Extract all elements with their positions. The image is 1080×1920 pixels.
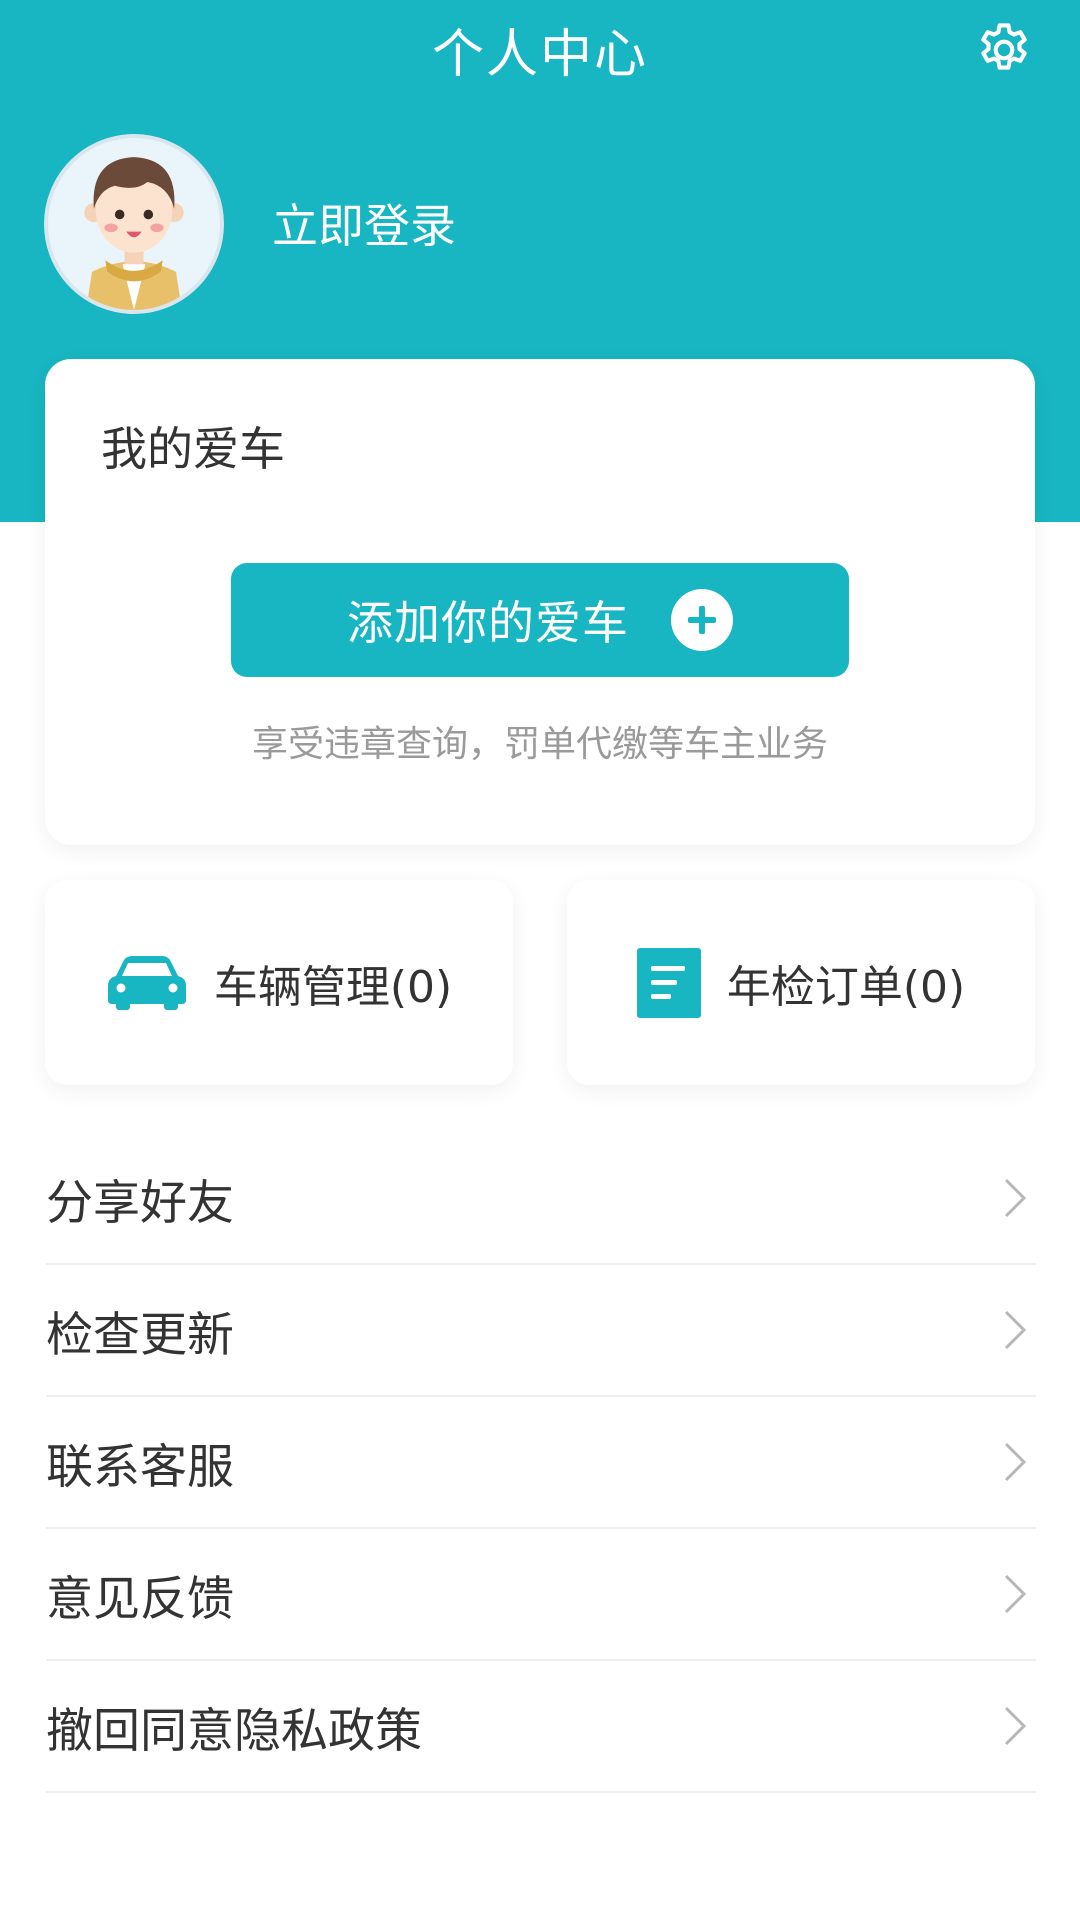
chevron-right-icon bbox=[1004, 1706, 1027, 1746]
document-icon bbox=[636, 947, 701, 1018]
menu-item-feedback[interactable]: 意见反馈 bbox=[46, 1529, 1036, 1661]
chevron-right-icon bbox=[1004, 1178, 1027, 1218]
menu-item-label: 检查更新 bbox=[46, 1307, 234, 1363]
vehicle-management-label: 车辆管理(0) bbox=[213, 961, 453, 1013]
add-car-label: 添加你的爱车 bbox=[347, 596, 629, 650]
chevron-right-icon bbox=[1004, 1310, 1027, 1350]
card-description: 享受违章查询，罚单代缴等车主业务 bbox=[251, 724, 828, 765]
login-link[interactable]: 立即登录 bbox=[272, 196, 456, 256]
settings-button[interactable] bbox=[968, 14, 1040, 86]
chevron-right-icon bbox=[1004, 1574, 1027, 1614]
inspection-orders-label: 年检订单(0) bbox=[726, 961, 966, 1013]
chevron-right-icon bbox=[1004, 1442, 1027, 1482]
menu-item-label: 意见反馈 bbox=[46, 1571, 234, 1627]
menu-item-share[interactable]: 分享好友 bbox=[46, 1133, 1036, 1265]
menu-item-label: 分享好友 bbox=[46, 1175, 234, 1231]
menu-item-label: 撤回同意隐私政策 bbox=[46, 1703, 422, 1759]
gear-icon bbox=[981, 23, 1027, 70]
vehicle-management-tile[interactable]: 车辆管理(0) bbox=[45, 880, 513, 1085]
menu-item-contact-support[interactable]: 联系客服 bbox=[46, 1397, 1036, 1529]
user-avatar-icon bbox=[84, 157, 184, 310]
settings-menu: 分享好友 检查更新 联系客服 意见反馈 撤回同意隐私政策 bbox=[46, 1133, 1036, 1793]
plus-circle-icon bbox=[671, 589, 733, 651]
car-icon bbox=[107, 955, 186, 1010]
menu-item-revoke-privacy[interactable]: 撤回同意隐私政策 bbox=[46, 1661, 1036, 1793]
add-car-button[interactable]: 添加你的爱车 bbox=[231, 563, 849, 677]
card-title: 我的爱车 bbox=[101, 422, 285, 476]
menu-item-label: 联系客服 bbox=[46, 1439, 234, 1495]
inspection-orders-tile[interactable]: 年检订单(0) bbox=[567, 880, 1035, 1085]
avatar[interactable] bbox=[44, 134, 224, 314]
page-title: 个人中心 bbox=[431, 25, 648, 85]
my-car-card: 我的爱车 添加你的爱车 享受违章查询，罚单代缴等车主业务 bbox=[45, 359, 1035, 845]
menu-item-check-update[interactable]: 检查更新 bbox=[46, 1265, 1036, 1397]
